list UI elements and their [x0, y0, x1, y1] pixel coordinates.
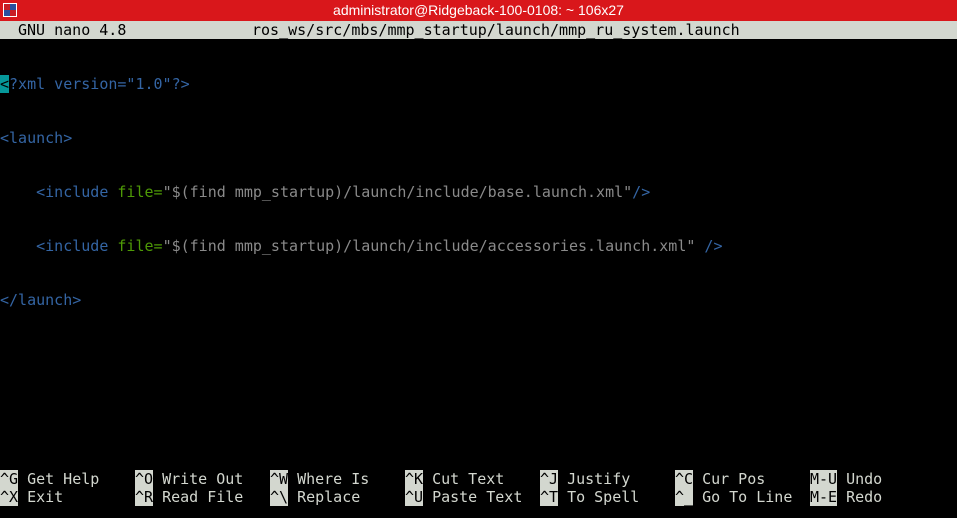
shortcut-paste-text[interactable]: ^U Paste Text	[405, 488, 522, 506]
shortcut-justify[interactable]: ^J Justify	[540, 470, 630, 488]
shortcut-key: ^O	[135, 470, 154, 488]
window-titlebar[interactable]: administrator@Ridgeback-100-0108: ~ 106x…	[0, 0, 957, 21]
text-cursor: <	[0, 75, 10, 93]
shortcut-label: Replace	[297, 488, 361, 506]
shortcut-label: Read File	[162, 488, 244, 506]
shortcut-key: ^J	[540, 470, 559, 488]
shortcut-exit[interactable]: ^X Exit	[0, 488, 63, 506]
file-attribute: file=	[108, 237, 163, 255]
terminal-app-icon	[3, 3, 17, 17]
shortcut-key: ^T	[540, 488, 559, 506]
shortcut-key: M-U	[810, 470, 838, 488]
editor-line-2: <launch>	[0, 129, 957, 147]
file-attribute-value: "$(find mmp_startup)/launch/include/base…	[162, 183, 633, 201]
terminal-area[interactable]: GNU nano 4.8 ros_ws/src/mbs/mmp_startup/…	[0, 21, 957, 518]
tag-close: />	[632, 183, 651, 201]
launch-close-tag: </launch>	[0, 291, 82, 309]
shortcut-label: Undo	[846, 470, 883, 488]
shortcut-key: ^U	[405, 488, 424, 506]
shortcut-to-spell[interactable]: ^T To Spell	[540, 488, 639, 506]
tag-close: />	[695, 237, 723, 255]
shortcut-label: Redo	[846, 488, 883, 506]
shortcut-go-to-line[interactable]: ^_ Go To Line	[675, 488, 792, 506]
nano-filename: ros_ws/src/mbs/mmp_startup/launch/mmp_ru…	[252, 21, 740, 39]
shortcut-key: ^C	[675, 470, 694, 488]
shortcut-key: ^G	[0, 470, 19, 488]
file-attribute: file=	[108, 183, 163, 201]
shortcut-key: M-E	[810, 488, 838, 506]
shortcut-write-out[interactable]: ^O Write Out	[135, 470, 243, 488]
shortcut-get-help[interactable]: ^G Get Help	[0, 470, 99, 488]
shortcut-key: ^X	[0, 488, 19, 506]
xml-declaration: ?xml version="1.0"?>	[9, 75, 190, 93]
file-attribute-value: "$(find mmp_startup)/launch/include/acce…	[162, 237, 696, 255]
shortcut-cur-pos[interactable]: ^C Cur Pos	[675, 470, 765, 488]
shortcut-label: Write Out	[162, 470, 244, 488]
shortcut-read-file[interactable]: ^R Read File	[135, 488, 243, 506]
shortcut-key: ^_	[675, 488, 694, 506]
shortcut-label: Cut Text	[432, 470, 505, 488]
editor-line-5: </launch>	[0, 291, 957, 309]
nano-version: GNU nano 4.8	[18, 21, 127, 39]
editor-line-3: <include file="$(find mmp_startup)/launc…	[0, 183, 957, 201]
shortcut-label: Cur Pos	[702, 470, 766, 488]
shortcut-key: ^W	[270, 470, 289, 488]
include-tag: <include	[36, 237, 109, 255]
shortcut-cut-text[interactable]: ^K Cut Text	[405, 470, 504, 488]
shortcut-undo[interactable]: M-U Undo	[810, 470, 882, 488]
include-tag: <include	[36, 183, 109, 201]
shortcut-replace[interactable]: ^\ Replace	[270, 488, 360, 506]
shortcut-label: Where Is	[297, 470, 370, 488]
shortcut-redo[interactable]: M-E Redo	[810, 488, 882, 506]
nano-header-bar: GNU nano 4.8 ros_ws/src/mbs/mmp_startup/…	[0, 21, 957, 39]
shortcut-label: Paste Text	[432, 488, 523, 506]
shortcut-label: Justify	[567, 470, 631, 488]
shortcut-label: Get Help	[27, 470, 100, 488]
shortcut-key: ^K	[405, 470, 424, 488]
editor-line-4: <include file="$(find mmp_startup)/launc…	[0, 237, 957, 255]
shortcut-label: Exit	[27, 488, 64, 506]
editor-line-1: <?xml version="1.0"?>	[0, 75, 957, 93]
shortcut-where-is[interactable]: ^W Where Is	[270, 470, 369, 488]
launch-open-tag: <launch>	[0, 129, 73, 147]
window-title: administrator@Ridgeback-100-0108: ~ 106x…	[333, 2, 624, 18]
shortcut-key: ^\	[270, 488, 289, 506]
shortcut-key: ^R	[135, 488, 154, 506]
shortcut-label: Go To Line	[702, 488, 793, 506]
nano-shortcut-bar: ^G Get Help ^O Write Out ^W Where Is ^K Cut …	[0, 470, 957, 506]
shortcut-label: To Spell	[567, 488, 640, 506]
editor-buffer[interactable]: <?xml version="1.0"?> <launch> <include …	[0, 39, 957, 345]
